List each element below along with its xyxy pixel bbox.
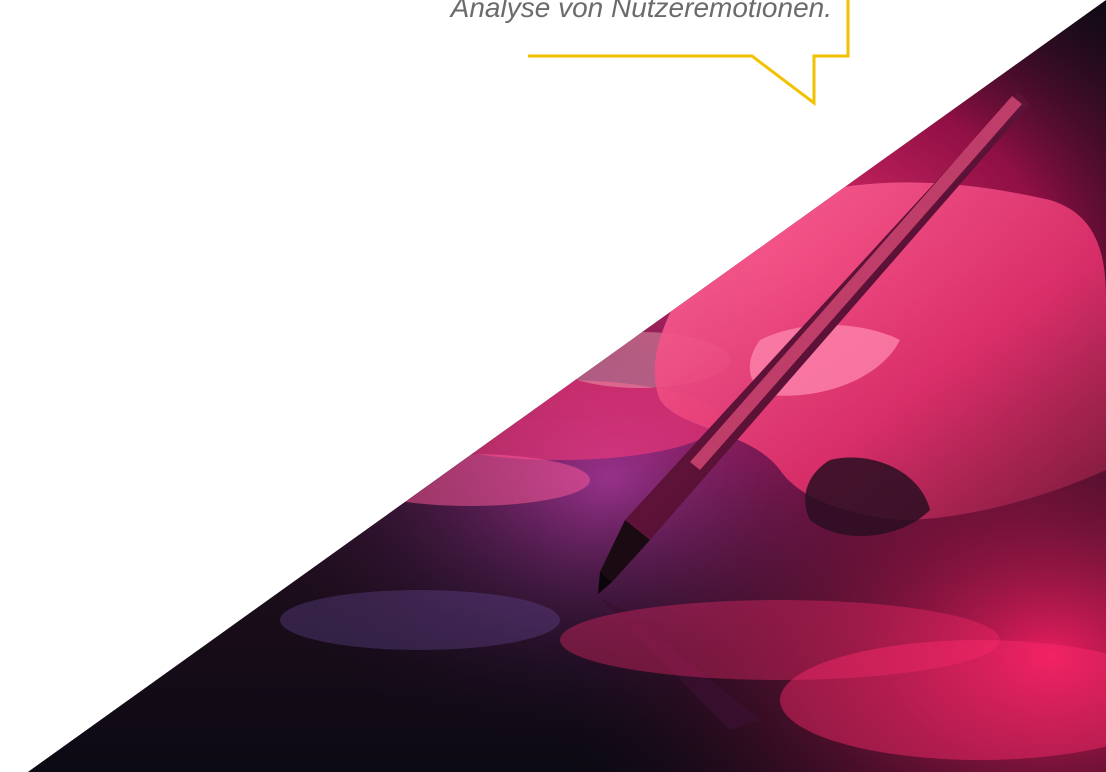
stylus-photo bbox=[28, 0, 1106, 772]
slide-canvas: Analyse von Nutzeremotionen. bbox=[0, 0, 1106, 772]
quote-text: Analyse von Nutzeremotionen. bbox=[450, 0, 832, 23]
